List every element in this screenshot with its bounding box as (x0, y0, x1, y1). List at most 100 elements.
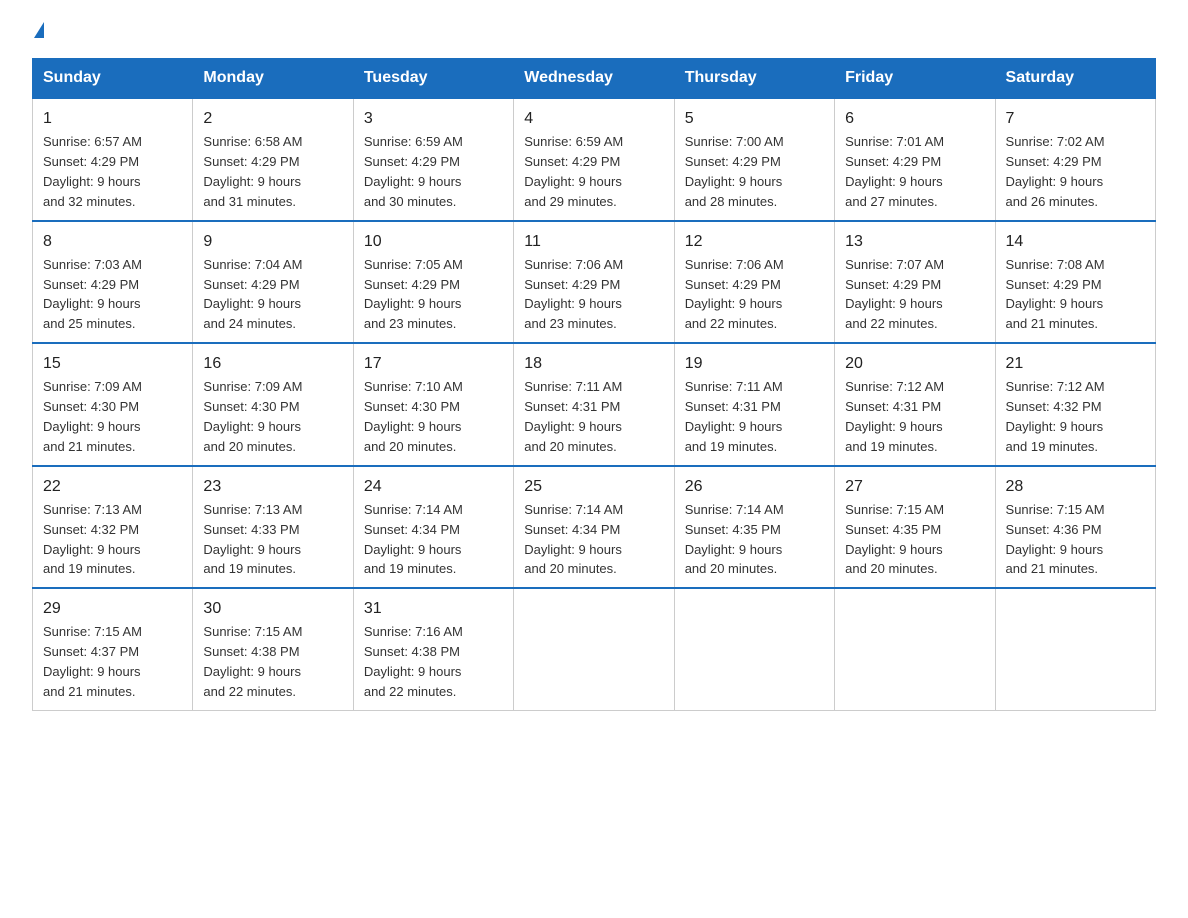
calendar-cell: 19Sunrise: 7:11 AMSunset: 4:31 PMDayligh… (674, 343, 834, 466)
day-info: Sunrise: 7:15 AMSunset: 4:36 PMDaylight:… (1006, 502, 1105, 577)
day-info: Sunrise: 7:14 AMSunset: 4:35 PMDaylight:… (685, 502, 784, 577)
day-number: 20 (845, 352, 984, 375)
calendar-week-row: 8 Sunrise: 7:03 AMSunset: 4:29 PMDaylight… (33, 221, 1156, 344)
day-number: 5 (685, 107, 824, 130)
calendar-cell: 12 Sunrise: 7:06 AMSunset: 4:29 PMDayligh… (674, 221, 834, 344)
day-number: 16 (203, 352, 342, 375)
calendar-table: SundayMondayTuesdayWednesdayThursdayFrid… (32, 58, 1156, 711)
day-info: Sunrise: 7:16 AMSunset: 4:38 PMDaylight:… (364, 624, 463, 699)
day-info: Sunrise: 7:15 AMSunset: 4:35 PMDaylight:… (845, 502, 944, 577)
calendar-cell: 6 Sunrise: 7:01 AMSunset: 4:29 PMDaylight… (835, 98, 995, 221)
day-info: Sunrise: 7:13 AMSunset: 4:32 PMDaylight:… (43, 502, 142, 577)
calendar-header-tuesday: Tuesday (353, 59, 513, 99)
day-info: Sunrise: 7:04 AMSunset: 4:29 PMDaylight:… (203, 257, 302, 332)
calendar-cell: 8 Sunrise: 7:03 AMSunset: 4:29 PMDaylight… (33, 221, 193, 344)
day-number: 29 (43, 597, 182, 620)
day-info: Sunrise: 7:05 AMSunset: 4:29 PMDaylight:… (364, 257, 463, 332)
day-number: 28 (1006, 475, 1145, 498)
calendar-cell (514, 588, 674, 710)
day-info: Sunrise: 7:06 AMSunset: 4:29 PMDaylight:… (524, 257, 623, 332)
calendar-cell: 14 Sunrise: 7:08 AMSunset: 4:29 PMDayligh… (995, 221, 1155, 344)
calendar-cell (835, 588, 995, 710)
calendar-cell: 23 Sunrise: 7:13 AMSunset: 4:33 PMDayligh… (193, 466, 353, 589)
calendar-cell: 20 Sunrise: 7:12 AMSunset: 4:31 PMDayligh… (835, 343, 995, 466)
calendar-cell: 5 Sunrise: 7:00 AMSunset: 4:29 PMDaylight… (674, 98, 834, 221)
day-info: Sunrise: 7:03 AMSunset: 4:29 PMDaylight:… (43, 257, 142, 332)
calendar-cell (674, 588, 834, 710)
calendar-header-sunday: Sunday (33, 59, 193, 99)
day-number: 26 (685, 475, 824, 498)
calendar-cell: 29 Sunrise: 7:15 AMSunset: 4:37 PMDayligh… (33, 588, 193, 710)
day-info: Sunrise: 7:14 AMSunset: 4:34 PMDaylight:… (364, 502, 463, 577)
day-number: 8 (43, 230, 182, 253)
calendar-cell (995, 588, 1155, 710)
calendar-cell: 26 Sunrise: 7:14 AMSunset: 4:35 PMDayligh… (674, 466, 834, 589)
day-number: 11 (524, 230, 663, 253)
day-info: Sunrise: 7:13 AMSunset: 4:33 PMDaylight:… (203, 502, 302, 577)
day-info: Sunrise: 6:57 AMSunset: 4:29 PMDaylight:… (43, 134, 142, 209)
calendar-cell: 13Sunrise: 7:07 AMSunset: 4:29 PMDayligh… (835, 221, 995, 344)
day-info: Sunrise: 7:11 AMSunset: 4:31 PMDaylight:… (524, 379, 622, 454)
day-info: Sunrise: 7:12 AMSunset: 4:32 PMDaylight:… (1006, 379, 1105, 454)
calendar-cell: 27 Sunrise: 7:15 AMSunset: 4:35 PMDayligh… (835, 466, 995, 589)
calendar-header-friday: Friday (835, 59, 995, 99)
calendar-cell: 25 Sunrise: 7:14 AMSunset: 4:34 PMDayligh… (514, 466, 674, 589)
day-info: Sunrise: 7:01 AMSunset: 4:29 PMDaylight:… (845, 134, 944, 209)
calendar-cell: 31Sunrise: 7:16 AMSunset: 4:38 PMDayligh… (353, 588, 513, 710)
day-info: Sunrise: 7:09 AMSunset: 4:30 PMDaylight:… (43, 379, 142, 454)
calendar-header-wednesday: Wednesday (514, 59, 674, 99)
calendar-cell: 7 Sunrise: 7:02 AMSunset: 4:29 PMDaylight… (995, 98, 1155, 221)
calendar-cell: 2Sunrise: 6:58 AMSunset: 4:29 PMDaylight… (193, 98, 353, 221)
day-number: 2 (203, 107, 342, 130)
logo (32, 24, 44, 40)
day-number: 14 (1006, 230, 1145, 253)
calendar-header-saturday: Saturday (995, 59, 1155, 99)
calendar-cell: 1 Sunrise: 6:57 AMSunset: 4:29 PMDaylight… (33, 98, 193, 221)
day-info: Sunrise: 7:12 AMSunset: 4:31 PMDaylight:… (845, 379, 944, 454)
day-info: Sunrise: 7:06 AMSunset: 4:29 PMDaylight:… (685, 257, 784, 332)
calendar-header-row: SundayMondayTuesdayWednesdayThursdayFrid… (33, 59, 1156, 99)
calendar-week-row: 29 Sunrise: 7:15 AMSunset: 4:37 PMDayligh… (33, 588, 1156, 710)
day-info: Sunrise: 7:15 AMSunset: 4:38 PMDaylight:… (203, 624, 302, 699)
day-number: 7 (1006, 107, 1145, 130)
day-number: 10 (364, 230, 503, 253)
calendar-cell: 17Sunrise: 7:10 AMSunset: 4:30 PMDayligh… (353, 343, 513, 466)
day-info: Sunrise: 6:59 AMSunset: 4:29 PMDaylight:… (524, 134, 623, 209)
day-number: 25 (524, 475, 663, 498)
logo-triangle-icon (34, 22, 44, 38)
calendar-cell: 28 Sunrise: 7:15 AMSunset: 4:36 PMDayligh… (995, 466, 1155, 589)
calendar-cell: 22 Sunrise: 7:13 AMSunset: 4:32 PMDayligh… (33, 466, 193, 589)
day-info: Sunrise: 7:09 AMSunset: 4:30 PMDaylight:… (203, 379, 302, 454)
calendar-cell: 21 Sunrise: 7:12 AMSunset: 4:32 PMDayligh… (995, 343, 1155, 466)
calendar-week-row: 1 Sunrise: 6:57 AMSunset: 4:29 PMDaylight… (33, 98, 1156, 221)
calendar-cell: 11 Sunrise: 7:06 AMSunset: 4:29 PMDayligh… (514, 221, 674, 344)
day-number: 21 (1006, 352, 1145, 375)
day-number: 22 (43, 475, 182, 498)
day-number: 13 (845, 230, 984, 253)
day-number: 23 (203, 475, 342, 498)
calendar-week-row: 15 Sunrise: 7:09 AMSunset: 4:30 PMDayligh… (33, 343, 1156, 466)
day-info: Sunrise: 7:02 AMSunset: 4:29 PMDaylight:… (1006, 134, 1105, 209)
day-info: Sunrise: 6:59 AMSunset: 4:29 PMDaylight:… (364, 134, 463, 209)
day-number: 27 (845, 475, 984, 498)
calendar-body: 1 Sunrise: 6:57 AMSunset: 4:29 PMDaylight… (33, 98, 1156, 710)
day-info: Sunrise: 7:08 AMSunset: 4:29 PMDaylight:… (1006, 257, 1105, 332)
day-info: Sunrise: 7:14 AMSunset: 4:34 PMDaylight:… (524, 502, 623, 577)
day-info: Sunrise: 7:00 AMSunset: 4:29 PMDaylight:… (685, 134, 784, 209)
day-number: 6 (845, 107, 984, 130)
day-number: 3 (364, 107, 503, 130)
calendar-cell: 3 Sunrise: 6:59 AMSunset: 4:29 PMDaylight… (353, 98, 513, 221)
calendar-cell: 18Sunrise: 7:11 AMSunset: 4:31 PMDayligh… (514, 343, 674, 466)
day-number: 19 (685, 352, 824, 375)
day-number: 30 (203, 597, 342, 620)
day-number: 12 (685, 230, 824, 253)
day-info: Sunrise: 7:10 AMSunset: 4:30 PMDaylight:… (364, 379, 463, 454)
calendar-cell: 4Sunrise: 6:59 AMSunset: 4:29 PMDaylight… (514, 98, 674, 221)
day-number: 1 (43, 107, 182, 130)
calendar-cell: 24Sunrise: 7:14 AMSunset: 4:34 PMDayligh… (353, 466, 513, 589)
calendar-week-row: 22 Sunrise: 7:13 AMSunset: 4:32 PMDayligh… (33, 466, 1156, 589)
day-info: Sunrise: 7:15 AMSunset: 4:37 PMDaylight:… (43, 624, 142, 699)
day-number: 15 (43, 352, 182, 375)
calendar-cell: 30 Sunrise: 7:15 AMSunset: 4:38 PMDayligh… (193, 588, 353, 710)
calendar-cell: 15 Sunrise: 7:09 AMSunset: 4:30 PMDayligh… (33, 343, 193, 466)
